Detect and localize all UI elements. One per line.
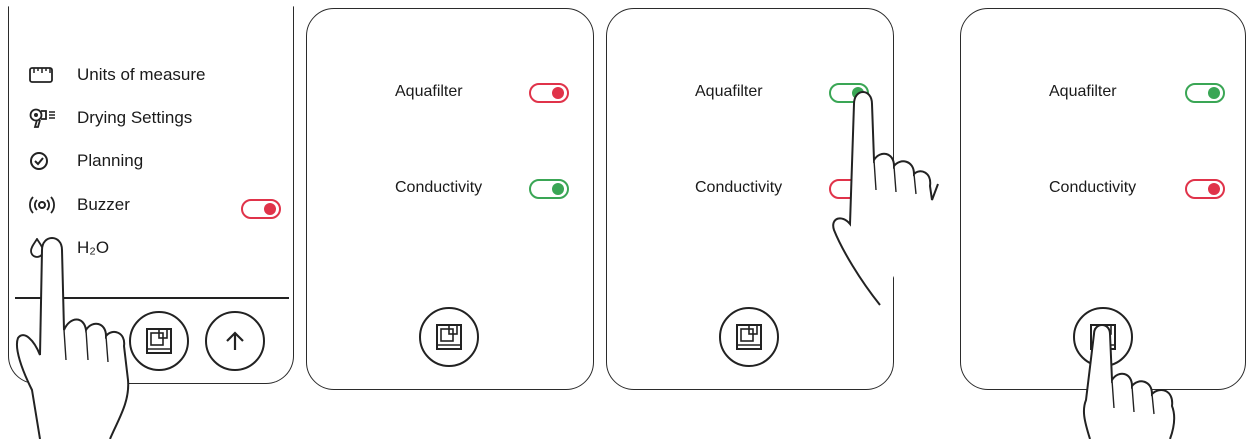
save-icon	[736, 324, 762, 350]
save-icon	[1090, 324, 1116, 350]
save-button[interactable]	[1073, 307, 1133, 367]
aquafilter-label: Aquafilter	[395, 83, 463, 100]
menu-item-planning[interactable]: Planning	[29, 147, 143, 175]
water-drop-icon	[29, 237, 59, 259]
aquafilter-toggle[interactable]	[1185, 83, 1225, 103]
save-button[interactable]	[719, 307, 779, 367]
conductivity-label: Conductivity	[695, 179, 783, 196]
settings-menu-panel: Units of measure Drying Settings Plannin…	[8, 6, 294, 384]
divider	[15, 297, 289, 299]
toggle-panel-1: Aquafilter Conductivity	[306, 8, 594, 390]
menu-item-label: Planning	[77, 151, 144, 170]
menu-item-units-of-measure[interactable]: Units of measure	[29, 61, 206, 89]
aquafilter-toggle[interactable]	[829, 83, 869, 103]
conductivity-toggle[interactable]	[529, 179, 569, 199]
toggle-panel-3: Aquafilter Conductivity	[960, 8, 1246, 390]
save-icon	[436, 324, 462, 350]
buzzer-toggle[interactable]	[241, 199, 281, 219]
ruler-icon	[29, 64, 59, 86]
save-button[interactable]	[129, 311, 189, 371]
arrow-up-icon	[226, 331, 244, 350]
clock-check-icon	[29, 150, 59, 172]
menu-item-label: Drying Settings	[77, 108, 193, 127]
conductivity-label: Conductivity	[395, 179, 483, 196]
conductivity-toggle[interactable]	[829, 179, 869, 199]
menu-item-drying-settings[interactable]: Drying Settings	[29, 104, 192, 132]
toggle-panel-2: Aquafilter Conductivity	[606, 8, 894, 390]
menu-item-label: H₂O	[77, 238, 110, 257]
hair-dryer-icon	[29, 107, 59, 129]
menu-item-h2o[interactable]: H₂O	[29, 234, 109, 262]
aquafilter-toggle[interactable]	[529, 83, 569, 103]
conductivity-toggle[interactable]	[1185, 179, 1225, 199]
conductivity-label: Conductivity	[1049, 179, 1137, 196]
save-icon	[146, 328, 172, 354]
arrow-up-button[interactable]	[205, 311, 265, 371]
menu-item-label: Buzzer	[77, 195, 130, 214]
buzzer-icon	[29, 194, 59, 216]
save-button[interactable]	[419, 307, 479, 367]
aquafilter-label: Aquafilter	[695, 83, 763, 100]
menu-item-label: Units of measure	[77, 65, 206, 84]
menu-item-buzzer[interactable]: Buzzer	[29, 191, 130, 219]
aquafilter-label: Aquafilter	[1049, 83, 1117, 100]
